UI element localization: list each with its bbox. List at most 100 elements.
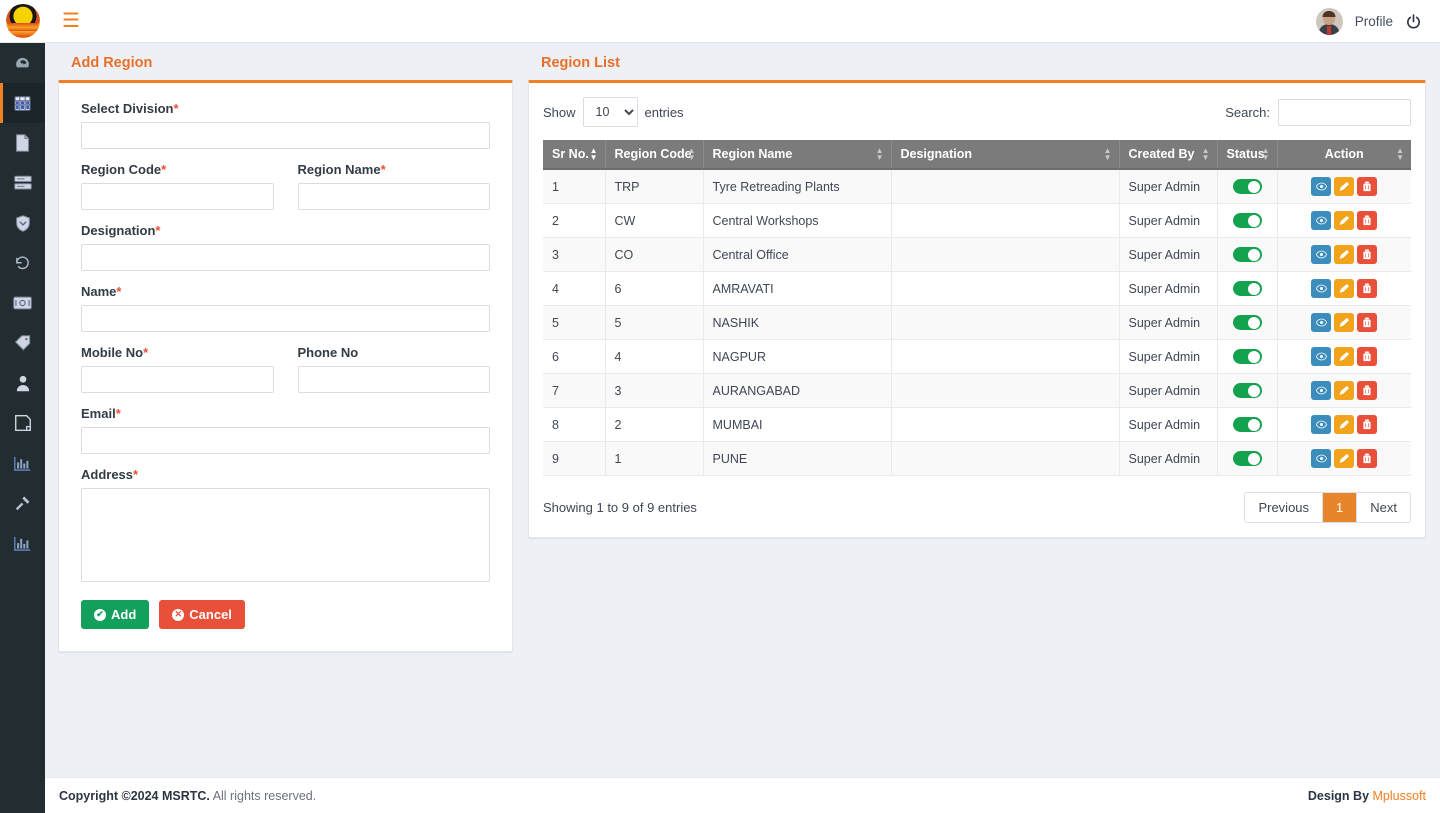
view-button[interactable] — [1311, 211, 1332, 230]
logout-button[interactable] — [1405, 13, 1422, 30]
form-actions: ✔ Add ✕ Cancel — [81, 600, 490, 629]
table-info: Showing 1 to 9 of 9 entries — [543, 500, 697, 515]
edit-button[interactable] — [1334, 415, 1355, 434]
column-header-region-name[interactable]: Region Name ▲ ▼ — [703, 140, 892, 170]
pencil-icon — [1339, 215, 1350, 226]
column-header-created-by[interactable]: Created By ▲ ▼ — [1119, 140, 1218, 170]
delete-button[interactable] — [1357, 177, 1378, 196]
edit-button[interactable] — [1334, 177, 1355, 196]
delete-button[interactable] — [1357, 347, 1378, 366]
edit-button[interactable] — [1334, 449, 1355, 468]
cancel-button[interactable]: ✕ Cancel — [159, 600, 245, 629]
edit-button[interactable] — [1334, 347, 1355, 366]
cell-status — [1217, 373, 1278, 408]
column-header-region-code[interactable]: Region Code ▲ ▼ — [605, 140, 704, 170]
page-length-select[interactable]: 102550100 — [582, 97, 638, 127]
status-toggle[interactable] — [1232, 451, 1262, 467]
view-button[interactable] — [1311, 177, 1332, 196]
cell-designation — [891, 237, 1120, 272]
edit-button[interactable] — [1334, 381, 1355, 400]
cell-region-code: 4 — [605, 339, 704, 374]
column-header-sr-no[interactable]: Sr No. ▲ ▼ — [543, 140, 606, 170]
region-list-title: Region List — [541, 55, 620, 71]
sidebar-item-tags[interactable] — [0, 323, 45, 363]
sidebar-item-history[interactable] — [0, 243, 45, 283]
email-input[interactable] — [81, 427, 490, 454]
edit-button[interactable] — [1334, 279, 1355, 298]
sidebar-item-reports[interactable] — [0, 443, 45, 483]
add-button[interactable]: ✔ Add — [81, 600, 150, 629]
name-input[interactable] — [81, 305, 490, 332]
view-button[interactable] — [1311, 449, 1332, 468]
add-region-column: Add Region Select Division* Region Code*… — [58, 43, 513, 652]
view-button[interactable] — [1311, 347, 1332, 366]
division-input[interactable] — [81, 122, 490, 149]
mplussoft-link[interactable]: Mplussoft — [1373, 789, 1427, 803]
edit-button[interactable] — [1334, 245, 1355, 264]
delete-button[interactable] — [1357, 245, 1378, 264]
edit-button[interactable] — [1334, 313, 1355, 332]
column-header-action[interactable]: Action ▲ ▼ — [1277, 140, 1411, 170]
delete-button[interactable] — [1357, 381, 1378, 400]
sidebar-item-notes[interactable] — [0, 403, 45, 443]
menu-toggle-icon[interactable]: ☰ — [62, 11, 80, 31]
sidebar-item-dashboard[interactable] — [0, 43, 45, 83]
designation-input[interactable] — [81, 244, 490, 271]
sidebar-item-masters[interactable] — [0, 83, 45, 123]
status-toggle[interactable] — [1232, 179, 1262, 195]
cell-region-code: CW — [605, 203, 704, 238]
view-button[interactable] — [1311, 279, 1332, 298]
mobile-no-input[interactable] — [81, 366, 274, 393]
pagination-next[interactable]: Next — [1357, 493, 1410, 522]
edit-button[interactable] — [1334, 211, 1355, 230]
cell-status — [1217, 203, 1278, 238]
view-button[interactable] — [1311, 381, 1332, 400]
sidebar-item-security[interactable] — [0, 203, 45, 243]
sidebar-item-legal[interactable] — [0, 483, 45, 523]
sidebar-item-users[interactable] — [0, 363, 45, 403]
pagination-previous[interactable]: Previous — [1245, 493, 1324, 522]
status-toggle[interactable] — [1232, 247, 1262, 263]
msrtc-logo[interactable] — [0, 0, 45, 43]
cell-designation — [891, 441, 1120, 476]
avatar[interactable] — [1315, 7, 1343, 35]
column-header-designation[interactable]: Designation ▲ ▼ — [891, 140, 1120, 170]
address-textarea[interactable] — [81, 488, 490, 582]
phone-no-input[interactable] — [297, 366, 490, 393]
view-button[interactable] — [1311, 245, 1332, 264]
pagination-page-1[interactable]: 1 — [1323, 493, 1358, 522]
region-list-column: Region List Show 102550100 entries Searc… — [528, 43, 1426, 538]
view-button[interactable] — [1311, 415, 1332, 434]
cell-action — [1277, 339, 1411, 374]
status-toggle[interactable] — [1232, 349, 1262, 365]
sidebar-item-analytics[interactable] — [0, 523, 45, 563]
status-toggle[interactable] — [1232, 417, 1262, 433]
delete-button[interactable] — [1357, 415, 1378, 434]
delete-button[interactable] — [1357, 449, 1378, 468]
profile-link[interactable]: Profile — [1355, 14, 1393, 29]
table-row: 5 5 NASHIK Super Admin — [543, 305, 1411, 340]
delete-button[interactable] — [1357, 279, 1378, 298]
delete-button[interactable] — [1357, 313, 1378, 332]
region-name-input[interactable] — [297, 183, 490, 210]
required-marker: * — [133, 467, 139, 482]
main-content: Add Region Select Division* Region Code*… — [45, 43, 1440, 777]
delete-button[interactable] — [1357, 211, 1378, 230]
status-toggle[interactable] — [1232, 213, 1262, 229]
view-button[interactable] — [1311, 313, 1332, 332]
search-input[interactable] — [1278, 98, 1411, 126]
table-row: 2 CW Central Workshops Super Admin — [543, 203, 1411, 238]
toggle-knob — [1248, 418, 1260, 431]
status-toggle[interactable] — [1232, 315, 1262, 331]
cell-status — [1217, 169, 1278, 204]
table-footer: Showing 1 to 9 of 9 entries Previous 1 N… — [543, 492, 1411, 523]
sidebar-item-documents[interactable] — [0, 123, 45, 163]
cell-region-name: MUMBAI — [703, 407, 892, 442]
status-toggle[interactable] — [1232, 383, 1262, 399]
column-header-status[interactable]: Status ▲ ▼ — [1217, 140, 1278, 170]
status-toggle[interactable] — [1232, 281, 1262, 297]
sidebar-item-finance[interactable] — [0, 283, 45, 323]
region-code-input[interactable] — [81, 183, 274, 210]
sidebar-item-records[interactable] — [0, 163, 45, 203]
required-marker: * — [116, 284, 122, 299]
